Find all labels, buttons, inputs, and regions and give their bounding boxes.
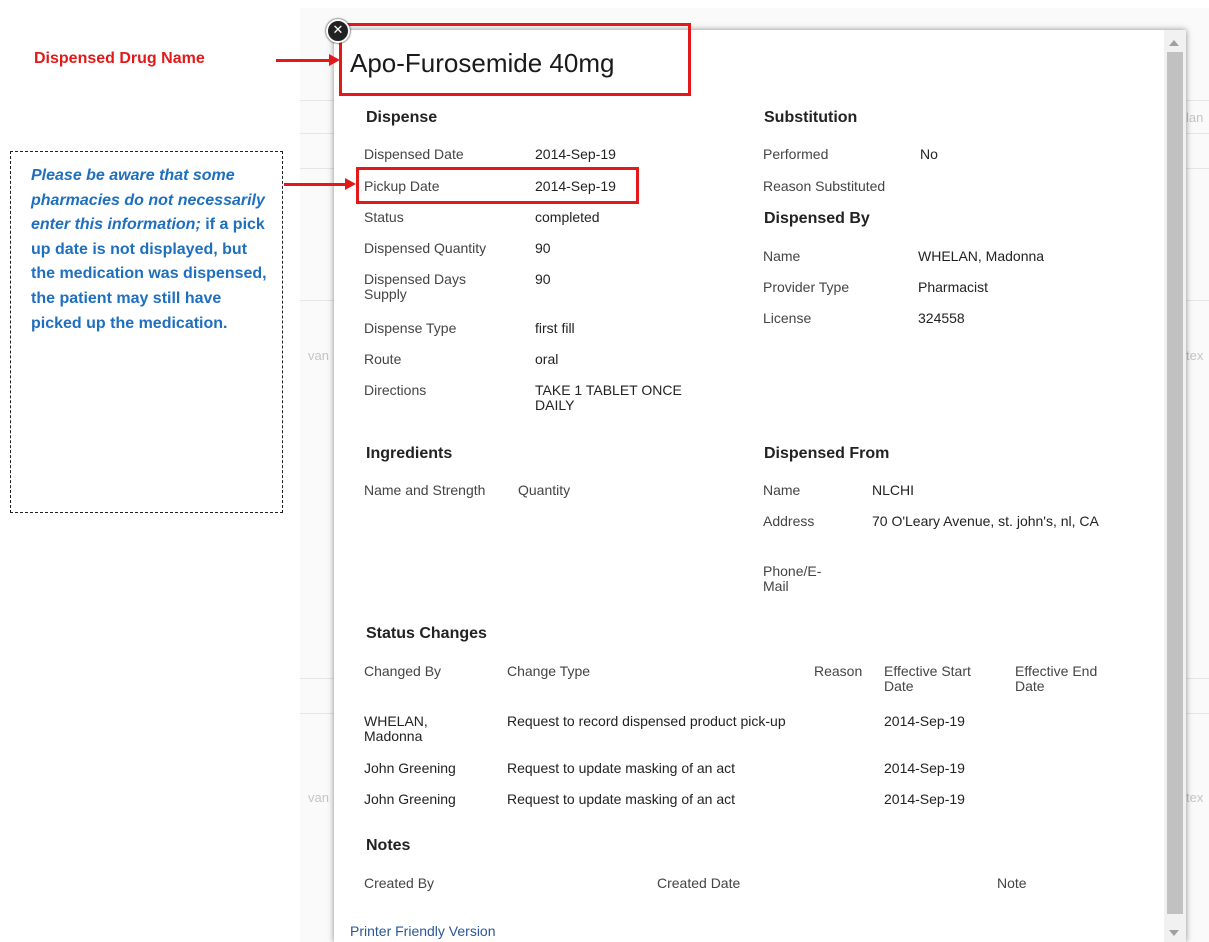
change-type-column: Change Type [507, 663, 591, 679]
drug-name-arrow-icon [329, 54, 340, 66]
pharmacy-name-label: Name [763, 482, 801, 498]
phone-email-label: Phone/E-Mail [763, 563, 822, 594]
days-supply-value: 90 [535, 271, 551, 287]
status-label: Status [364, 209, 404, 225]
dispensed-date-label: Dispensed Date [364, 146, 464, 162]
bg-text-fragment: lan [1186, 110, 1204, 125]
status-change-start: 2014-Sep-19 [884, 713, 965, 729]
status-change-type: Request to update masking of an act [507, 791, 736, 807]
pickup-date-arrow-icon [345, 178, 356, 190]
status-change-start: 2014-Sep-19 [884, 791, 965, 807]
substitution-heading: Substitution [764, 109, 858, 126]
drug-name-arrow-line [276, 59, 331, 62]
status-change-by: WHELAN, Madonna [364, 713, 428, 744]
dispensed-quantity-value: 90 [535, 240, 551, 256]
scroll-thumb[interactable] [1167, 52, 1183, 914]
provider-type-label: Provider Type [763, 279, 850, 295]
modal-scrollbar[interactable] [1164, 30, 1186, 942]
drug-name-callout-label: Dispensed Drug Name [34, 50, 205, 67]
scroll-up-arrow-icon[interactable] [1169, 40, 1179, 46]
status-change-by: John Greening [364, 760, 456, 776]
effective-start-column: Effective Start Date [884, 663, 971, 694]
address-value: 70 O'Leary Avenue, st. john's, nl, CA [872, 513, 1099, 529]
license-value: 324558 [918, 310, 965, 326]
dispensed-date-value: 2014-Sep-19 [535, 146, 616, 162]
dispense-type-value: first fill [535, 320, 575, 336]
status-changes-heading: Status Changes [366, 625, 487, 642]
dispensed-from-heading: Dispensed From [764, 445, 890, 462]
provider-type-value: Pharmacist [918, 279, 989, 295]
ingredients-heading: Ingredients [366, 445, 453, 462]
dispensed-quantity-label: Dispensed Quantity [364, 240, 487, 256]
address-label: Address [763, 513, 815, 529]
drug-name-highlight-box [339, 23, 691, 96]
scroll-down-arrow-icon[interactable] [1169, 930, 1179, 936]
notes-heading: Notes [366, 837, 411, 854]
note-column: Note [997, 875, 1027, 891]
pickup-date-highlight-box [356, 167, 639, 204]
printer-friendly-link[interactable]: Printer Friendly Version [350, 923, 496, 939]
reason-substituted-label: Reason Substituted [763, 178, 886, 194]
dispensed-by-heading: Dispensed By [764, 210, 870, 227]
ingredient-name-column: Name and Strength [364, 482, 486, 498]
dispense-heading: Dispense [366, 109, 438, 126]
days-supply-label: Dispensed Days Supply [364, 271, 466, 302]
status-change-type: Request to record dispensed product pick… [507, 713, 786, 729]
bg-text-fragment: van [308, 790, 329, 805]
bg-text-fragment: tex [1186, 348, 1204, 363]
effective-end-column: Effective End Date [1015, 663, 1098, 694]
pharmacist-name-label: Name [763, 248, 801, 264]
route-value: oral [535, 351, 559, 367]
close-icon[interactable]: ✕ [326, 19, 350, 43]
bg-text-fragment: tex [1186, 790, 1204, 805]
status-change-by: John Greening [364, 791, 456, 807]
directions-value: TAKE 1 TABLET ONCE DAILY [535, 382, 682, 413]
pharmacy-name-value: NLCHI [872, 482, 915, 498]
changed-by-column: Changed By [364, 663, 442, 679]
note-created-date-column: Created Date [657, 875, 741, 891]
reason-column: Reason [814, 663, 863, 679]
performed-label: Performed [763, 146, 829, 162]
status-change-start: 2014-Sep-19 [884, 760, 965, 776]
directions-label: Directions [364, 382, 427, 398]
license-label: License [763, 310, 812, 326]
pharmacist-name-value: WHELAN, Madonna [918, 248, 1045, 264]
ingredient-quantity-column: Quantity [518, 482, 571, 498]
bg-text-fragment: van [308, 348, 329, 363]
route-label: Route [364, 351, 402, 367]
status-value: completed [535, 209, 600, 225]
performed-value: No [920, 146, 938, 162]
pickup-date-note-box: Please be aware that some pharmacies do … [10, 151, 283, 513]
note-body-text: if a pick up date is not displayed, but … [31, 216, 267, 332]
dispense-type-label: Dispense Type [364, 320, 457, 336]
status-change-type: Request to update masking of an act [507, 760, 736, 776]
note-created-by-column: Created By [364, 875, 435, 891]
pickup-date-arrow-line [284, 183, 346, 186]
